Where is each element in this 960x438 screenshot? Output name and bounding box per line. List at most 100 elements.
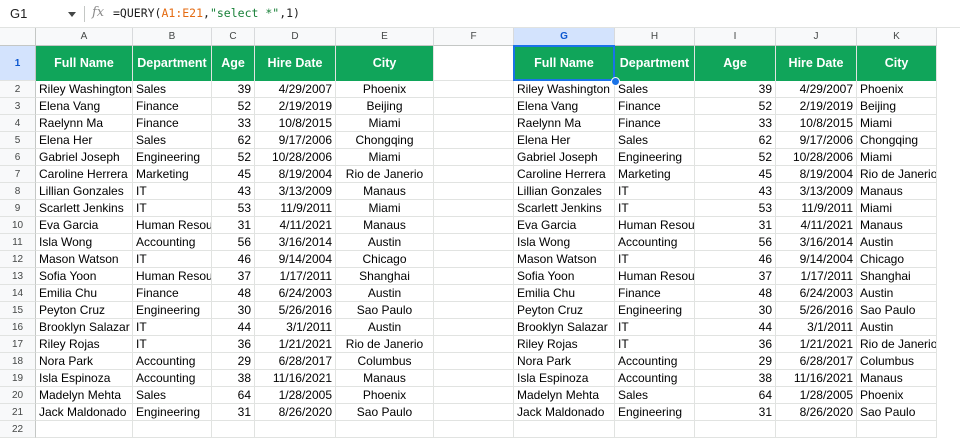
table-cell[interactable]: Marketing [133, 166, 212, 183]
table-cell[interactable]: 1/28/2005 [776, 387, 857, 404]
table-cell[interactable]: Miami [857, 115, 937, 132]
table-cell[interactable]: 43 [695, 183, 776, 200]
table-cell[interactable]: Engineering [615, 404, 695, 421]
empty-cell[interactable] [776, 421, 857, 438]
table-cell[interactable]: 52 [212, 149, 255, 166]
table-cell[interactable]: Beijing [336, 98, 434, 115]
table-cell[interactable]: Sao Paulo [857, 404, 937, 421]
table-cell[interactable]: Manaus [336, 370, 434, 387]
empty-cell[interactable] [36, 421, 133, 438]
table-cell[interactable]: 2/19/2019 [776, 98, 857, 115]
table-cell[interactable]: 6/28/2017 [776, 353, 857, 370]
table-cell[interactable]: 64 [695, 387, 776, 404]
column-header-i[interactable]: I [695, 28, 776, 46]
column-header-h[interactable]: H [615, 28, 695, 46]
table-cell[interactable]: Engineering [615, 149, 695, 166]
row-header-14[interactable]: 14 [0, 285, 36, 302]
table-cell[interactable]: Shanghai [857, 268, 937, 285]
table-cell[interactable]: 44 [695, 319, 776, 336]
table-cell[interactable]: 45 [212, 166, 255, 183]
empty-cell[interactable] [255, 421, 336, 438]
table-cell[interactable]: IT [615, 251, 695, 268]
empty-cell[interactable] [434, 200, 514, 217]
table-cell[interactable]: 37 [695, 268, 776, 285]
row-header-17[interactable]: 17 [0, 336, 36, 353]
table-cell[interactable]: 2/19/2019 [255, 98, 336, 115]
table-cell[interactable]: 9/17/2006 [255, 132, 336, 149]
table-cell[interactable]: Phoenix [336, 387, 434, 404]
table-cell[interactable]: Sales [133, 387, 212, 404]
table-cell[interactable]: Sao Paulo [336, 404, 434, 421]
table-cell[interactable]: 11/16/2021 [776, 370, 857, 387]
empty-cell[interactable] [434, 319, 514, 336]
table-cell[interactable]: IT [133, 183, 212, 200]
table-cell[interactable]: Beijing [857, 98, 937, 115]
table-cell[interactable]: Mason Watson [514, 251, 615, 268]
table-cell[interactable]: 31 [695, 404, 776, 421]
table-cell[interactable]: Engineering [133, 404, 212, 421]
empty-cell[interactable] [434, 251, 514, 268]
empty-cell[interactable] [434, 268, 514, 285]
table-cell[interactable]: 8/26/2020 [776, 404, 857, 421]
table-cell[interactable]: Gabriel Joseph [514, 149, 615, 166]
table-cell[interactable]: Elena Her [36, 132, 133, 149]
table-cell[interactable]: Accounting [615, 234, 695, 251]
table-cell[interactable]: Human Resourc [615, 217, 695, 234]
table-cell[interactable]: 6/28/2017 [255, 353, 336, 370]
table-cell[interactable]: IT [133, 251, 212, 268]
empty-cell[interactable] [434, 132, 514, 149]
table-header-cell[interactable]: Age [212, 46, 255, 81]
table-cell[interactable]: 62 [695, 132, 776, 149]
empty-cell[interactable] [133, 421, 212, 438]
table-cell[interactable]: Scarlett Jenkins [36, 200, 133, 217]
table-cell[interactable]: Accounting [133, 234, 212, 251]
table-cell[interactable]: Sao Paulo [857, 302, 937, 319]
table-cell[interactable]: 9/14/2004 [255, 251, 336, 268]
table-cell[interactable]: 9/17/2006 [776, 132, 857, 149]
table-cell[interactable]: Columbus [336, 353, 434, 370]
table-cell[interactable]: Manaus [857, 183, 937, 200]
table-cell[interactable]: IT [615, 200, 695, 217]
table-cell[interactable]: Shanghai [336, 268, 434, 285]
table-cell[interactable]: Chicago [336, 251, 434, 268]
empty-cell[interactable] [434, 234, 514, 251]
table-cell[interactable]: 3/13/2009 [255, 183, 336, 200]
empty-cell[interactable] [434, 149, 514, 166]
table-cell[interactable]: Lillian Gonzales [514, 183, 615, 200]
table-cell[interactable]: 56 [695, 234, 776, 251]
table-cell[interactable]: Peyton Cruz [514, 302, 615, 319]
column-header-c[interactable]: C [212, 28, 255, 46]
table-cell[interactable]: 3/1/2011 [255, 319, 336, 336]
table-cell[interactable]: 5/26/2016 [776, 302, 857, 319]
empty-cell[interactable] [434, 166, 514, 183]
table-cell[interactable]: Sao Paulo [336, 302, 434, 319]
table-cell[interactable]: Marketing [615, 166, 695, 183]
table-cell[interactable]: Sales [133, 132, 212, 149]
empty-cell[interactable] [434, 302, 514, 319]
table-cell[interactable]: IT [615, 336, 695, 353]
table-cell[interactable]: Austin [857, 234, 937, 251]
table-cell[interactable]: Emilia Chu [514, 285, 615, 302]
table-cell[interactable]: Sofia Yoon [36, 268, 133, 285]
table-cell[interactable]: Riley Washington [514, 81, 615, 98]
table-cell[interactable]: 1/17/2011 [776, 268, 857, 285]
table-header-cell[interactable]: Hire Date [255, 46, 336, 81]
column-header-e[interactable]: E [336, 28, 434, 46]
table-cell[interactable]: 39 [212, 81, 255, 98]
table-cell[interactable]: 4/11/2021 [255, 217, 336, 234]
table-cell[interactable]: 10/28/2006 [255, 149, 336, 166]
table-cell[interactable]: Finance [615, 285, 695, 302]
table-cell[interactable]: Austin [336, 234, 434, 251]
row-header-15[interactable]: 15 [0, 302, 36, 319]
table-header-cell[interactable]: Age [695, 46, 776, 81]
chevron-down-icon[interactable] [68, 12, 76, 17]
empty-cell[interactable] [434, 421, 514, 438]
table-cell[interactable]: Lillian Gonzales [36, 183, 133, 200]
column-header-k[interactable]: K [857, 28, 937, 46]
table-cell[interactable]: 56 [212, 234, 255, 251]
column-header-g[interactable]: G [514, 28, 615, 46]
empty-cell[interactable] [434, 183, 514, 200]
table-cell[interactable]: 38 [695, 370, 776, 387]
table-cell[interactable]: 31 [212, 404, 255, 421]
table-cell[interactable]: 8/19/2004 [776, 166, 857, 183]
